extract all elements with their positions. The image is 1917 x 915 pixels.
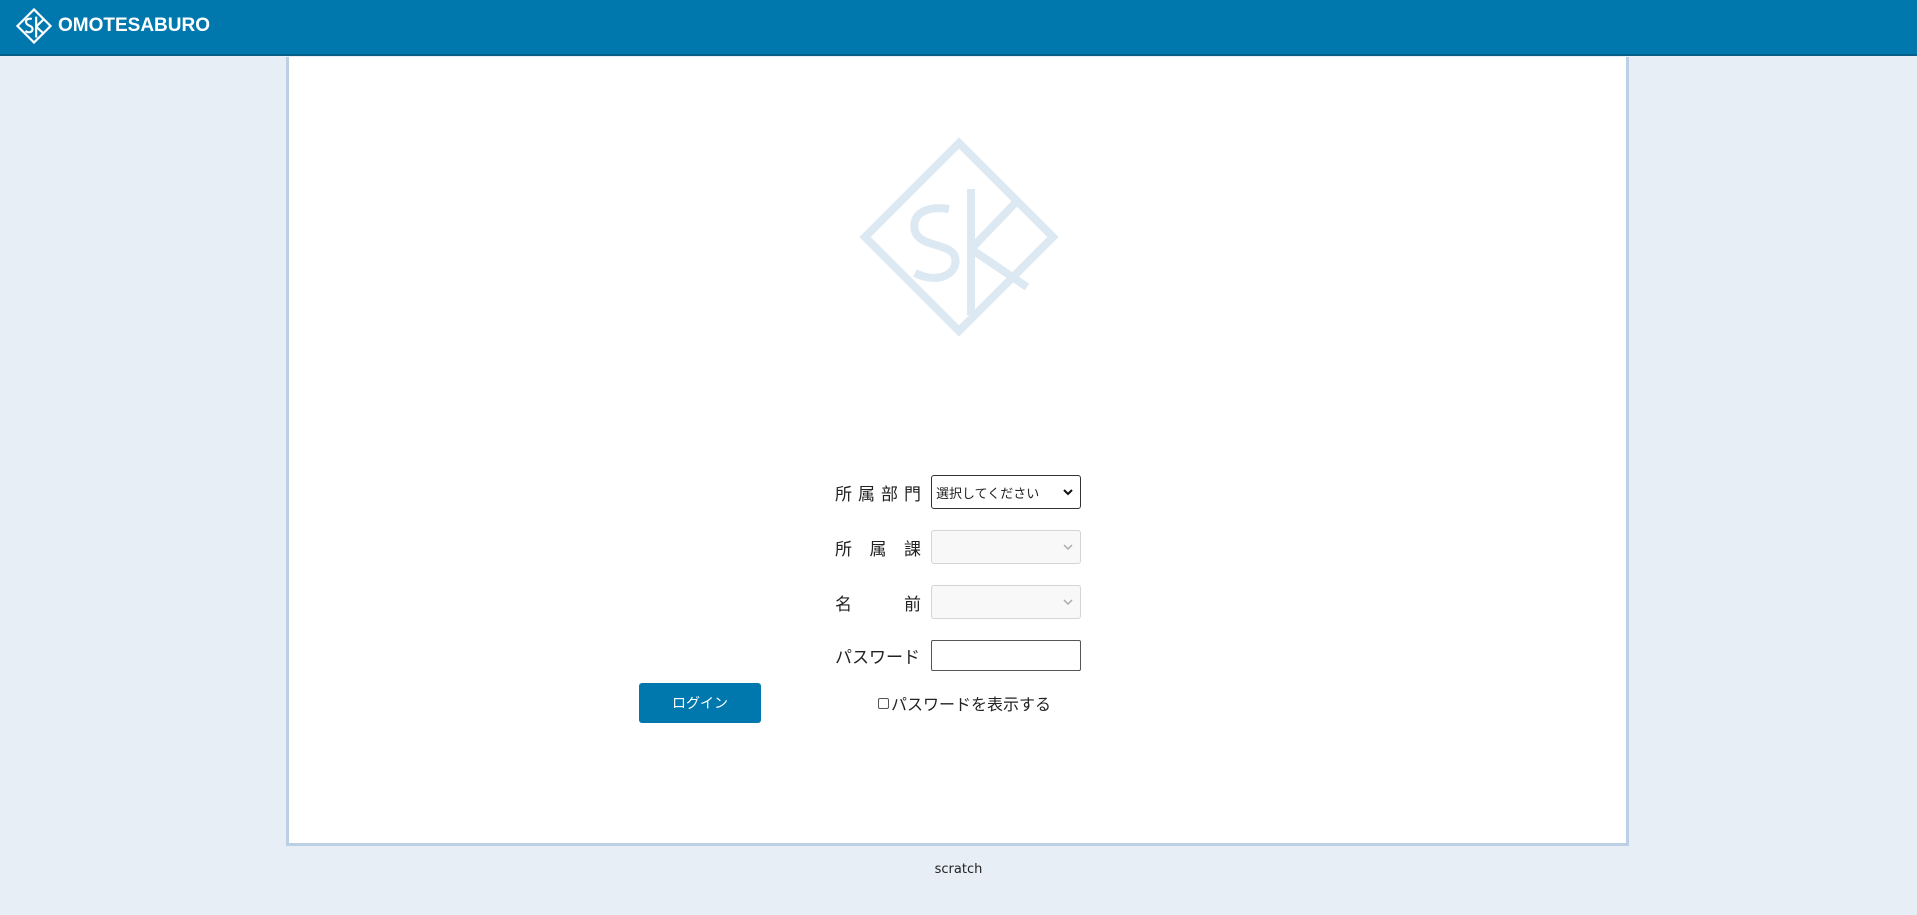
name-row: 名 前 xyxy=(835,585,1081,619)
chevron-down-icon xyxy=(1063,599,1073,606)
password-label: パスワード xyxy=(835,648,920,668)
sk-watermark-logo-icon xyxy=(859,137,1059,337)
chevron-down-icon xyxy=(1063,489,1073,496)
section-label: 所 属 課 xyxy=(835,539,921,560)
show-password-toggle[interactable]: パスワードを表示する xyxy=(878,691,1051,715)
department-select-value: 選択してください xyxy=(936,486,1040,502)
department-select[interactable]: 選択してください xyxy=(931,475,1081,509)
sk-diamond-logo-icon xyxy=(16,8,52,44)
section-select[interactable] xyxy=(931,530,1081,564)
department-row: 所 属 部 門 選択してください xyxy=(835,475,1081,509)
department-label: 所 属 部 門 xyxy=(835,484,921,505)
footer-text: scratch xyxy=(934,862,983,877)
show-password-label: パスワードを表示する xyxy=(891,695,1052,714)
login-button[interactable]: ログイン xyxy=(639,683,761,723)
name-label: 名 前 xyxy=(835,594,921,615)
brand[interactable]: OMOTESABURO xyxy=(16,8,210,44)
password-input[interactable] xyxy=(931,640,1081,671)
chevron-down-icon xyxy=(1063,544,1073,551)
password-row: パスワード xyxy=(835,640,1081,671)
name-select[interactable] xyxy=(931,585,1081,619)
login-panel: 所 属 部 門 選択してください 所 属 課 名 前 パスワード パスワードを表… xyxy=(286,57,1629,846)
show-password-checkbox[interactable] xyxy=(878,697,889,709)
top-header: OMOTESABURO xyxy=(0,0,1917,56)
brand-name: OMOTESABURO xyxy=(58,15,210,36)
section-row: 所 属 課 xyxy=(835,530,1081,564)
